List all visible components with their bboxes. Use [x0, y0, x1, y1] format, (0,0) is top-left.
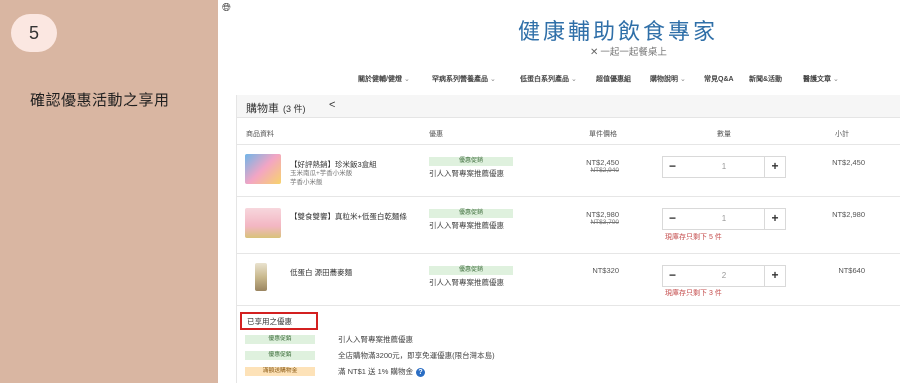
nav-label: 新聞&活動: [749, 76, 783, 83]
promo-tag: 優惠促銷: [429, 157, 513, 166]
nav-label: 醫護文章: [803, 76, 831, 83]
product-thumbnail[interactable]: [255, 263, 267, 291]
step-caption: 確認優惠活動之享用: [30, 92, 170, 109]
chevron-down-icon: ⌄: [680, 76, 686, 83]
divider: [237, 305, 900, 306]
product-variant: 玉米南瓜+芋香小米飯: [290, 170, 353, 177]
nav-item-shopping-guide[interactable]: 購物說明 ⌄: [650, 74, 686, 84]
column-header-product: 商品資料: [246, 131, 274, 138]
cart-count: (3 件): [283, 104, 306, 114]
applied-discount-tag: 滿額送購物金: [245, 367, 315, 376]
chevron-down-icon: ⌄: [571, 76, 577, 83]
question-circle-icon[interactable]: ?: [416, 367, 426, 377]
original-price: NT$2,940: [590, 167, 619, 174]
nav-item-articles[interactable]: 醫護文章 ⌄: [803, 74, 839, 84]
nav-item-about[interactable]: 關於健輔/健燈 ⌄: [358, 74, 410, 84]
brand-subtitle-text: 一起一起餐桌上: [600, 47, 667, 58]
product-thumbnail[interactable]: [245, 154, 281, 184]
quantity-stepper: − 1 +: [662, 156, 786, 178]
nav-label: 低蛋白系列產品: [520, 76, 569, 83]
applied-discount-text: 全店購物滿3200元，即享免運優惠(限台灣本島): [338, 351, 495, 360]
column-header-quantity: 數量: [717, 131, 731, 138]
column-header-unit-price: 單件價格: [589, 131, 617, 138]
applied-discount-text-row: 滿 NT$1 送 1% 購物金?: [338, 366, 426, 377]
chevron-down-icon: ⌄: [403, 76, 410, 83]
nav-item-value-sets[interactable]: 超值優惠組: [596, 74, 631, 84]
unit-price: NT$2,980: [586, 210, 619, 219]
unit-price: NT$320: [592, 266, 619, 275]
quantity-stepper: − 1 +: [662, 208, 786, 230]
cart-row: 【雙食雙饗】真粒米+低蛋白乾麵條 優惠促銷 引人入腎專案推薦優惠 NT$2,98…: [237, 197, 900, 255]
nav-label: 超值優惠組: [596, 76, 631, 83]
increase-quantity-box: +: [764, 209, 785, 229]
cart-row: 【好評熱銷】珍米飯3盒組 玉米南瓜+芋香小米飯 芋香小米飯 優惠促銷 引人入腎專…: [237, 145, 900, 203]
cart-panel: 購物車 (3 件) < 商品資料 優惠 單件價格 數量 小計 【好評熱銷】珍米飯3…: [236, 95, 900, 383]
original-price: NT$3,700: [590, 219, 619, 226]
nav-item-rare-disease[interactable]: 罕病系列營養產品 ⌄: [432, 74, 496, 84]
product-name[interactable]: 低蛋白 源田蕎麥麵: [290, 267, 352, 278]
applied-discount-tag: 優惠促銷: [245, 335, 315, 344]
quantity-stepper: − 2 +: [662, 265, 786, 287]
promo-tag: 優惠促銷: [429, 209, 513, 218]
chevron-down-icon: ⌄: [833, 76, 839, 83]
nav-item-faq[interactable]: 常見Q&A: [704, 74, 734, 84]
nav-label: 罕病系列營養產品: [432, 76, 488, 83]
line-subtotal: NT$640: [838, 266, 865, 275]
nav-label: 常見Q&A: [704, 76, 734, 83]
line-subtotal: NT$2,450: [832, 158, 865, 167]
product-thumbnail[interactable]: [245, 208, 281, 238]
cart-row: 低蛋白 源田蕎麥麵 優惠促銷 引人入腎專案推薦優惠 NT$320 − 2 + 現…: [237, 254, 900, 312]
product-name[interactable]: 【雙食雙饗】真粒米+低蛋白乾麵條: [290, 211, 407, 222]
product-variant: 芋香小米飯: [290, 179, 323, 186]
applied-discounts-highlight: 已享用之優惠: [240, 312, 318, 330]
applied-discount-tag: 優惠促銷: [245, 351, 315, 360]
increase-quantity-box: +: [764, 266, 785, 286]
globe-icon[interactable]: 🌐︎: [222, 2, 231, 15]
main-nav: 關於健輔/健燈 ⌄ 罕病系列營養產品 ⌄ 低蛋白系列產品 ⌄ 超值優惠組 購物說明 ⌄ …: [218, 74, 900, 88]
brand-logo-title[interactable]: 健康輔助飲食專家: [518, 14, 718, 46]
increase-quantity-button[interactable]: +: [765, 159, 785, 173]
column-header-promo: 優惠: [429, 131, 443, 138]
share-icon[interactable]: <: [329, 99, 335, 111]
shop-page: 🌐︎ 健康輔助飲食專家 ✕ 一起一起餐桌上 關於健輔/健燈 ⌄ 罕病系列營養產品 ⌄ …: [218, 0, 900, 383]
applied-discounts-title: 已享用之優惠: [247, 317, 292, 326]
chevron-down-icon: ⌄: [490, 76, 496, 83]
nav-label: 關於健輔/健燈: [358, 76, 402, 83]
tutorial-side-panel: 5 確認優惠活動之享用: [0, 0, 218, 383]
unit-price: NT$2,450: [586, 158, 619, 167]
nav-label: 購物說明: [650, 76, 678, 83]
applied-discount-text: 引人入腎專案推薦優惠: [338, 335, 413, 344]
fork-spoon-icon: ✕: [590, 47, 599, 58]
cart-header: 購物車 (3 件) <: [237, 95, 900, 118]
cart-title-text: 購物車: [246, 103, 279, 115]
line-subtotal: NT$2,980: [832, 210, 865, 219]
increase-quantity-button[interactable]: +: [765, 211, 785, 225]
promo-text: 引人入腎專案推薦優惠: [429, 278, 504, 287]
nav-item-low-protein[interactable]: 低蛋白系列產品 ⌄: [520, 74, 577, 84]
increase-quantity-button[interactable]: +: [765, 268, 785, 282]
stock-warning: 現庫存只剩下 3 件: [665, 290, 722, 297]
step-number-badge: 5: [11, 14, 57, 52]
promo-tag: 優惠促銷: [429, 266, 513, 275]
increase-quantity-box: +: [764, 157, 785, 177]
column-header-subtotal: 小計: [835, 131, 849, 138]
applied-discount-text: 滿 NT$1 送 1% 購物金: [338, 367, 414, 376]
nav-item-news[interactable]: 新聞&活動: [749, 74, 782, 84]
promo-text: 引人入腎專案推薦優惠: [429, 221, 504, 230]
cart-title: 購物車 (3 件): [246, 100, 306, 116]
brand-subtitle: ✕ 一起一起餐桌上: [590, 44, 667, 58]
stock-warning: 現庫存只剩下 5 件: [665, 234, 722, 241]
promo-text: 引人入腎專案推薦優惠: [429, 169, 504, 178]
